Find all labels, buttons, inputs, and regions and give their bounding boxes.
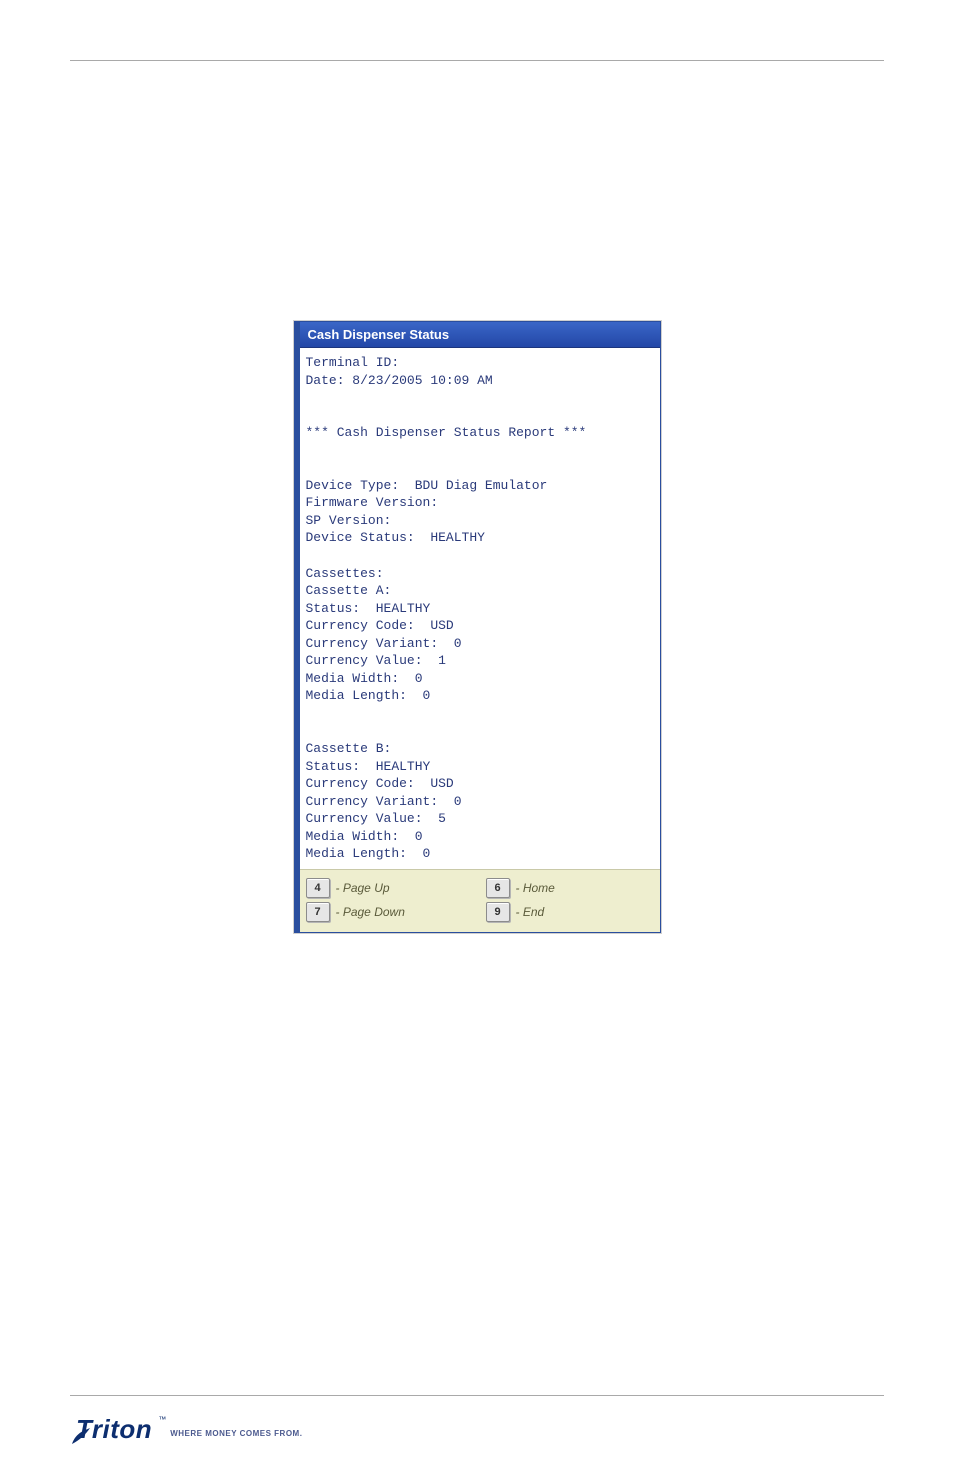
cassette-b-status: Status: HEALTHY [306,759,431,774]
cassette-b-media-width: Media Width: 0 [306,829,423,844]
window-titlebar: Cash Dispenser Status [300,322,660,348]
footer-brand: Triton ™ WHERE MONEY COMES FROM. [70,1414,884,1445]
nav-row-1: 4 - Page Up 6 - Home [306,876,654,900]
window-title-text: Cash Dispenser Status [308,327,450,342]
page: Cash Dispenser Status Terminal ID: Date:… [0,0,954,1475]
report-header: *** Cash Dispenser Status Report *** [306,425,587,440]
cassette-b-currency-code: Currency Code: USD [306,776,454,791]
nav-end[interactable]: 9 - End [486,902,626,922]
cassette-b-currency-variant: Currency Variant: 0 [306,794,462,809]
key-6-icon: 6 [486,878,510,898]
sp-version-line: SP Version: [306,513,392,528]
cassette-a-currency-value: Currency Value: 1 [306,653,446,668]
nav-row-2: 7 - Page Down 9 - End [306,900,654,924]
page-footer: Triton ™ WHERE MONEY COMES FROM. [70,1387,884,1445]
cassette-a-currency-code: Currency Code: USD [306,618,454,633]
nav-page-up-label: - Page Up [336,881,390,895]
cassettes-header: Cassettes: [306,566,384,581]
nav-home-label: - Home [516,881,555,895]
footer-tagline: WHERE MONEY COMES FROM. [170,1429,302,1438]
nav-page-down[interactable]: 7 - Page Down [306,902,446,922]
date-line: Date: 8/23/2005 10:09 AM [306,373,493,388]
nav-page-up[interactable]: 4 - Page Up [306,878,446,898]
cassette-a-status: Status: HEALTHY [306,601,431,616]
nav-bar: 4 - Page Up 6 - Home 7 - Page Down 9 - E… [300,869,660,932]
nav-end-label: - End [516,905,545,919]
footer-rule [70,1395,884,1396]
cassette-a-currency-variant: Currency Variant: 0 [306,636,462,651]
firmware-version-line: Firmware Version: [306,495,439,510]
terminal-id-line: Terminal ID: [306,355,400,370]
status-window: Cash Dispenser Status Terminal ID: Date:… [294,321,661,933]
cassette-a-title: Cassette A: [306,583,392,598]
cassette-a-media-width: Media Width: 0 [306,671,423,686]
device-status-line: Device Status: HEALTHY [306,530,485,545]
report-text-area: Terminal ID: Date: 8/23/2005 10:09 AM **… [300,348,660,869]
cassette-a-media-length: Media Length: 0 [306,688,431,703]
device-type-line: Device Type: BDU Diag Emulator [306,478,548,493]
footer-tm: ™ [158,1415,166,1424]
nav-page-down-label: - Page Down [336,905,405,919]
cassette-b-currency-value: Currency Value: 5 [306,811,446,826]
cassette-b-title: Cassette B: [306,741,392,756]
nav-home[interactable]: 6 - Home [486,878,626,898]
cassette-b-media-length: Media Length: 0 [306,846,431,861]
key-9-icon: 9 [486,902,510,922]
key-7-icon: 7 [306,902,330,922]
header-rule [70,60,884,61]
key-4-icon: 4 [306,878,330,898]
